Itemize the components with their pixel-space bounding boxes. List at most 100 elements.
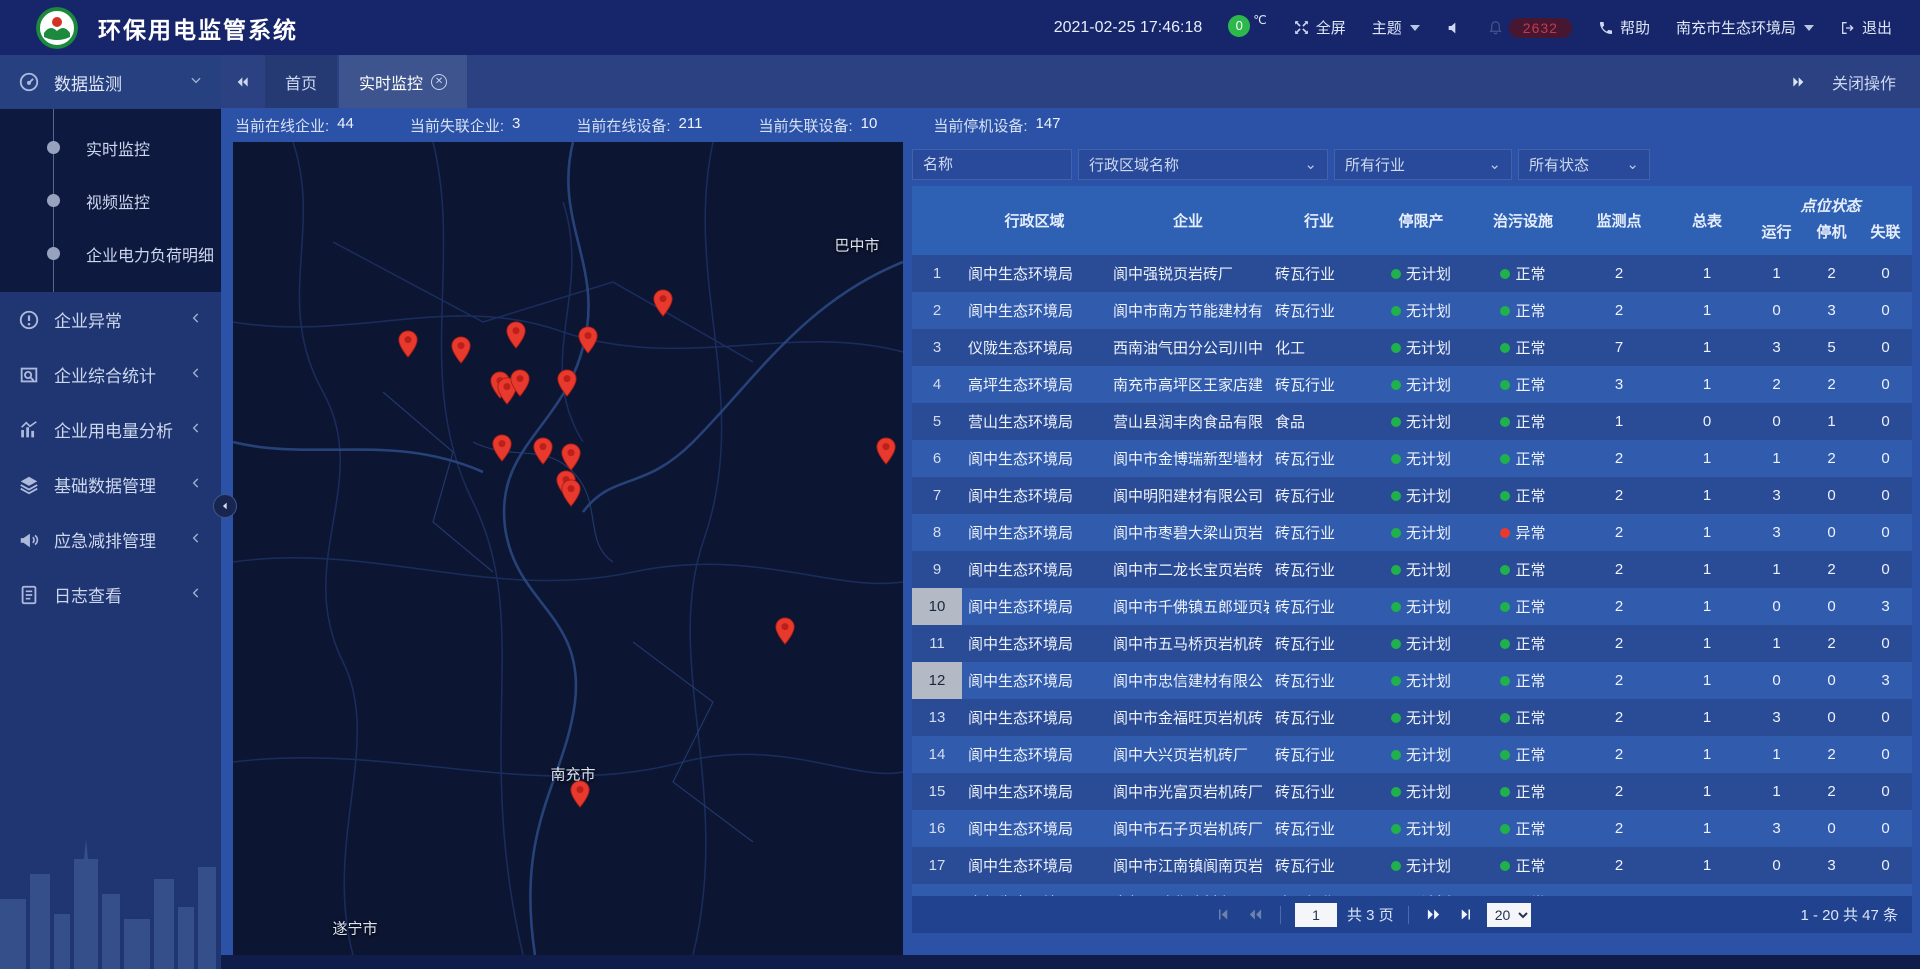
- table-row[interactable]: 14 阆中生态环境局 阆中大兴页岩机砖厂 砖瓦行业 无计划 正常 2 1 1 2…: [912, 736, 1912, 773]
- stat-label: 当前失联企业:: [410, 115, 504, 136]
- row-stop-status: 无计划: [1369, 588, 1473, 625]
- industry-filter-select[interactable]: 所有行业 ⌄: [1334, 149, 1512, 180]
- sidebar-item[interactable]: 应急减排管理: [0, 512, 221, 567]
- row-total-meter-count: 1: [1665, 847, 1749, 884]
- row-company: 阆中市金博瑞新型墙材: [1107, 440, 1269, 477]
- map-pin-icon[interactable]: [533, 437, 554, 465]
- row-index: 9: [912, 551, 962, 588]
- tab-home[interactable]: 首页: [265, 55, 337, 108]
- table-row[interactable]: 16 阆中生态环境局 阆中市石子页岩机砖厂 砖瓦行业 无计划 正常 2 1 3 …: [912, 810, 1912, 847]
- region-filter-select[interactable]: 行政区域名称 ⌄: [1078, 149, 1328, 180]
- map-pin-icon[interactable]: [561, 443, 582, 471]
- row-stop-status: 无计划: [1369, 366, 1473, 403]
- page-number-input[interactable]: [1295, 903, 1337, 927]
- next-page-button[interactable]: [1423, 904, 1445, 926]
- notifications[interactable]: 2632: [1488, 18, 1572, 38]
- map-pin-icon[interactable]: [398, 330, 419, 358]
- sidebar-item[interactable]: 企业异常: [0, 292, 221, 347]
- row-region: 南部生态环境局: [962, 884, 1107, 896]
- temperature-widget: 0 ℃: [1228, 19, 1266, 37]
- prev-page-button[interactable]: [1244, 904, 1266, 926]
- table-row[interactable]: 9 阆中生态环境局 阆中市二龙长宝页岩砖 砖瓦行业 无计划 正常 2 1 1 2…: [912, 551, 1912, 588]
- double-chevron-right-icon[interactable]: [1790, 74, 1806, 90]
- row-running-count: 1: [1749, 773, 1804, 810]
- sound-toggle[interactable]: [1446, 20, 1462, 36]
- sidebar-subitem[interactable]: 企业电力负荷明细: [0, 227, 221, 280]
- last-page-button[interactable]: [1455, 904, 1477, 926]
- map-pin-icon[interactable]: [876, 437, 897, 465]
- table-row[interactable]: 6 阆中生态环境局 阆中市金博瑞新型墙材 砖瓦行业 无计划 正常 2 1 1 2…: [912, 440, 1912, 477]
- help-button[interactable]: 帮助: [1598, 17, 1650, 38]
- table-row[interactable]: 11 阆中生态环境局 阆中市五马桥页岩机砖 砖瓦行业 无计划 正常 2 1 1 …: [912, 625, 1912, 662]
- logout-button[interactable]: 退出: [1840, 17, 1892, 38]
- top-header: 环保用电监管系统 2021-02-25 17:46:18 0 ℃ 全屏 主题 2…: [0, 0, 1920, 55]
- row-running-count: 3: [1749, 477, 1804, 514]
- name-filter-input[interactable]: [912, 149, 1072, 180]
- tabs-scroll-left-button[interactable]: [221, 55, 265, 108]
- row-industry: 砖瓦行业: [1269, 736, 1369, 773]
- logout-label: 退出: [1862, 17, 1892, 38]
- sidebar-item[interactable]: 基础数据管理: [0, 457, 221, 512]
- table-row[interactable]: 3 仪陇生态环境局 西南油气田分公司川中 化工 无计划 正常 7 1 3 5 0: [912, 329, 1912, 366]
- sidebar-item[interactable]: 日志查看: [0, 567, 221, 622]
- status-dot: [1391, 380, 1401, 390]
- map-pin-icon[interactable]: [570, 780, 591, 808]
- fullscreen-button[interactable]: 全屏: [1293, 17, 1346, 38]
- row-running-count: 0: [1749, 588, 1804, 625]
- alert-circle-icon: [18, 309, 40, 331]
- map-pin-icon[interactable]: [510, 369, 531, 397]
- row-region: 营山生态环境局: [962, 403, 1107, 440]
- row-company: 阆中市金福旺页岩机砖: [1107, 699, 1269, 736]
- row-industry: 砖瓦行业: [1269, 884, 1369, 896]
- table-row[interactable]: 1 阆中生态环境局 阆中强锐页岩砖厂 砖瓦行业 无计划 正常 2 1 1 2 0: [912, 255, 1912, 292]
- first-page-button[interactable]: [1212, 904, 1234, 926]
- total-pages-label: 共 3 页: [1347, 904, 1394, 925]
- table-row[interactable]: 12 阆中生态环境局 阆中市忠信建材有限公 砖瓦行业 无计划 正常 2 1 0 …: [912, 662, 1912, 699]
- bullet-dot-icon: [47, 141, 60, 154]
- map-pin-icon[interactable]: [506, 321, 527, 349]
- theme-menu[interactable]: 主题: [1372, 17, 1420, 38]
- row-index: 5: [912, 403, 962, 440]
- sidebar-subitem[interactable]: 实时监控: [0, 121, 221, 174]
- status-filter-select[interactable]: 所有状态 ⌄: [1518, 149, 1650, 180]
- map-pin-icon[interactable]: [492, 434, 513, 462]
- row-stop-status: 无计划: [1369, 292, 1473, 329]
- table-row[interactable]: 17 阆中生态环境局 阆中市江南镇阆南页岩 砖瓦行业 无计划 正常 2 1 0 …: [912, 847, 1912, 884]
- org-menu[interactable]: 南充市生态环境局: [1676, 17, 1814, 38]
- table-row[interactable]: 4 高坪生态环境局 南充市高坪区王家店建 砖瓦行业 无计划 正常 3 1 2 2…: [912, 366, 1912, 403]
- map[interactable]: 巴中市 南充市 遂宁市: [233, 142, 903, 955]
- map-pin-icon[interactable]: [578, 326, 599, 354]
- sidebar-submenu: 实时监控 视频监控 企业电力负荷明细: [0, 109, 221, 292]
- map-pin-icon[interactable]: [557, 369, 578, 397]
- row-monitor-count: 2: [1573, 477, 1665, 514]
- tab-realtime-monitoring[interactable]: 实时监控 ✕: [339, 55, 467, 108]
- row-total-meter-count: 1: [1665, 662, 1749, 699]
- tab-close-icon[interactable]: ✕: [431, 74, 447, 90]
- panel-collapse-handle[interactable]: [213, 494, 237, 518]
- sidebar-item-data-monitoring[interactable]: 数据监测: [0, 55, 221, 109]
- map-pin-icon[interactable]: [653, 289, 674, 317]
- page-size-select[interactable]: 20: [1487, 903, 1531, 927]
- row-facility-status: 正常: [1473, 588, 1573, 625]
- table-row[interactable]: 2 阆中生态环境局 阆中市南方节能建材有 砖瓦行业 无计划 正常 2 1 0 3…: [912, 292, 1912, 329]
- table-row[interactable]: 13 阆中生态环境局 阆中市金福旺页岩机砖 砖瓦行业 无计划 正常 2 1 3 …: [912, 699, 1912, 736]
- status-dot: [1500, 491, 1510, 501]
- close-operations-button[interactable]: 关闭操作: [1832, 70, 1896, 94]
- table-row[interactable]: 10 阆中生态环境局 阆中市千佛镇五郎垭页岩 砖瓦行业 无计划 正常 2 1 0…: [912, 588, 1912, 625]
- table-row[interactable]: 15 阆中生态环境局 阆中市光富页岩机砖厂 砖瓦行业 无计划 正常 2 1 1 …: [912, 773, 1912, 810]
- row-region: 阆中生态环境局: [962, 662, 1107, 699]
- map-pin-icon[interactable]: [775, 617, 796, 645]
- map-pin-icon[interactable]: [561, 479, 582, 507]
- table-row[interactable]: 8 阆中生态环境局 阆中市枣碧大梁山页岩 砖瓦行业 无计划 异常 2 1 3 0…: [912, 514, 1912, 551]
- sidebar-subitem[interactable]: 视频监控: [0, 174, 221, 227]
- table-row[interactable]: 7 阆中生态环境局 阆中明阳建材有限公司 砖瓦行业 无计划 正常 2 1 3 0…: [912, 477, 1912, 514]
- row-company: 阆中强锐页岩砖厂: [1107, 255, 1269, 292]
- sidebar-item[interactable]: 企业用电量分析: [0, 402, 221, 457]
- map-pin-icon[interactable]: [451, 336, 472, 364]
- sidebar-item[interactable]: 企业综合统计: [0, 347, 221, 402]
- phone-icon: [1598, 20, 1614, 36]
- row-monitor-count: 2: [1573, 625, 1665, 662]
- table-row[interactable]: 5 营山生态环境局 营山县润丰肉食品有限 食品 无计划 正常 1 0 0 1 0: [912, 403, 1912, 440]
- row-running-count: 3: [1749, 810, 1804, 847]
- table-row[interactable]: 18 南部生态环境局 南部县瑞华建材有限公 砖瓦行业 无计划 正常 2 0 0 …: [912, 884, 1912, 896]
